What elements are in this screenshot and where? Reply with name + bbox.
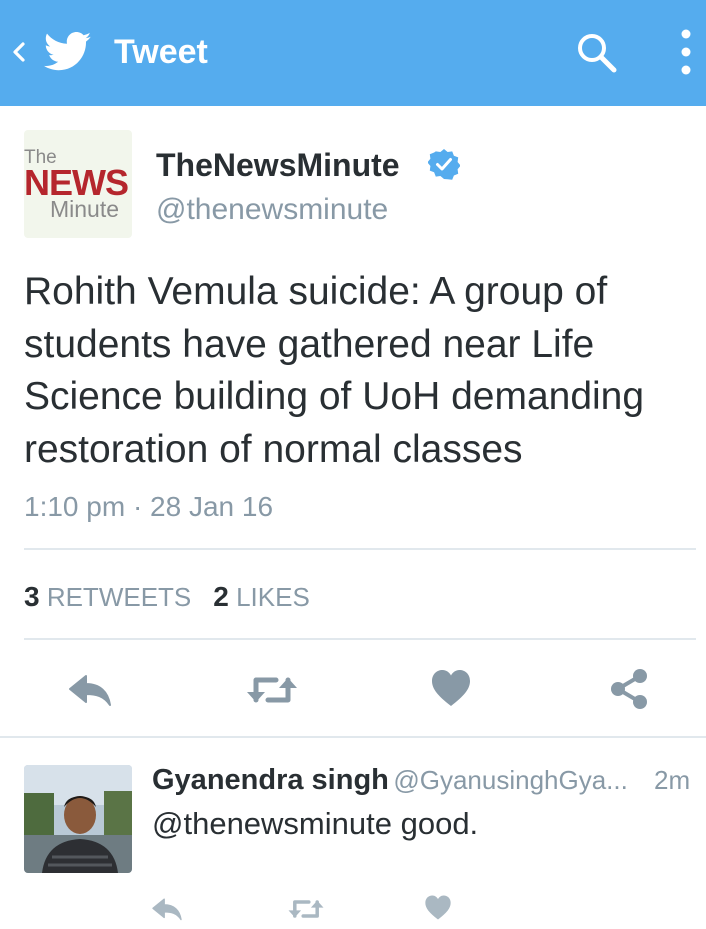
reply-author-name[interactable]: Gyanendra singh — [152, 764, 389, 796]
twitter-bird-icon — [44, 32, 92, 71]
reply-like-heart-icon[interactable] — [424, 894, 452, 921]
like-heart-icon[interactable] — [430, 668, 472, 708]
tweet-timestamp: 1:10 pm · 28 Jan 16 — [24, 491, 274, 522]
retweets-count: 3 — [24, 581, 40, 612]
tweet-header: The NEWS Minute TheNewsMinute @thenewsmi… — [24, 130, 684, 240]
search-icon[interactable] — [572, 28, 620, 76]
reply-retweet-icon[interactable] — [286, 895, 326, 923]
chevron-left-icon[interactable] — [8, 30, 28, 74]
tweet-stats: 3 RETWEETS 2 LIKES — [24, 580, 310, 614]
retweets-stat[interactable]: 3 RETWEETS — [24, 581, 192, 612]
page-title: Tweet — [114, 33, 208, 71]
likes-stat[interactable]: 2 LIKES — [213, 581, 310, 612]
reply-icon[interactable] — [66, 670, 114, 710]
reply-header: Gyanendra singh @GyanusinghGya... — [152, 762, 628, 803]
share-icon[interactable] — [608, 667, 650, 711]
likes-label: LIKES — [236, 582, 310, 612]
author-name[interactable]: TheNewsMinute — [156, 146, 400, 184]
reply-author-handle[interactable]: @GyanusinghGya... — [393, 765, 628, 795]
retweet-icon[interactable] — [244, 670, 300, 710]
reply-reply-icon[interactable] — [150, 895, 184, 923]
divider — [24, 638, 696, 640]
reply-text: @thenewsminute good. — [152, 806, 479, 841]
app-bar: Tweet — [0, 0, 706, 106]
author-handle[interactable]: @thenewsminute — [156, 192, 388, 228]
more-vertical-icon[interactable] — [672, 26, 700, 78]
logo-text-minute: Minute — [50, 196, 120, 222]
likes-count: 2 — [213, 581, 229, 612]
divider — [0, 736, 706, 738]
reply-author-avatar[interactable] — [24, 765, 132, 873]
author-avatar-logo[interactable]: The NEWS Minute — [24, 130, 132, 238]
reply-timestamp: 2m — [654, 765, 691, 795]
divider — [24, 548, 696, 550]
retweets-label: RETWEETS — [46, 582, 192, 612]
verified-badge-icon — [428, 149, 460, 180]
tweet-text: Rohith Vemula suicide: A group of studen… — [24, 270, 645, 471]
